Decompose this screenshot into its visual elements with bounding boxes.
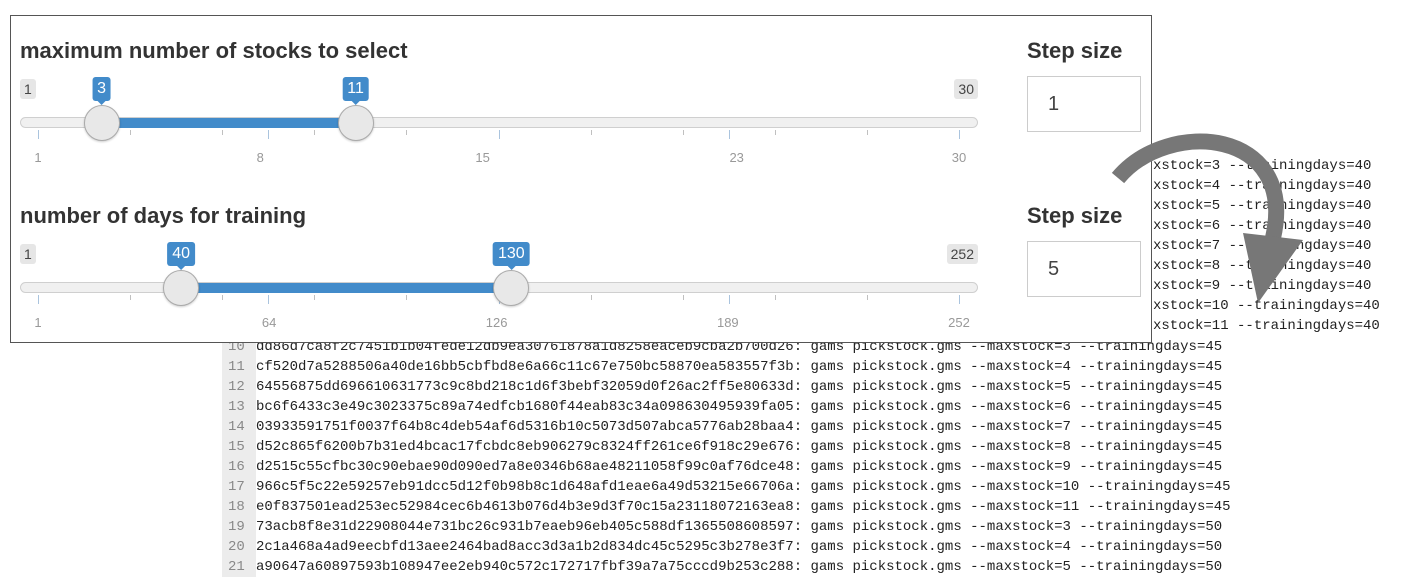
slider-tick xyxy=(130,130,132,135)
slider-tick xyxy=(866,130,868,135)
slider-to-value: 11 xyxy=(342,77,369,101)
slider-tick xyxy=(498,130,500,139)
code-text: a90647a60897593b108947ee2eb940c572c17271… xyxy=(256,559,1223,575)
slider-tick-label: 64 xyxy=(261,315,277,330)
slider-tick xyxy=(314,130,316,135)
code-text: cf520d7a5288506a40de16bb5cbfbd8e6a66c11c… xyxy=(256,359,1223,375)
slider-tick xyxy=(774,295,776,300)
slider-tick xyxy=(590,295,592,300)
code-line: 18 e0f837501ead253ec52984cec6b4613b076d4b… xyxy=(222,497,1231,517)
code-line: 13 bc6f6433c3e49c3023375c89a74edfcb1680f4… xyxy=(222,397,1231,417)
code-line: xstock=11 --trainingdays=40 xyxy=(1153,318,1380,334)
code-text: 03933591751f0037f64b8c4deb54af6d5316b10c… xyxy=(256,419,1223,435)
slider-max-label: 30 xyxy=(954,79,978,99)
code-line: 21 a90647a60897593b108947ee2eb940c572c172… xyxy=(222,557,1231,577)
slider-to-value: 130 xyxy=(492,242,530,266)
line-number: 19 xyxy=(222,517,256,537)
slider-selected-range xyxy=(101,118,356,128)
slider-handle-from[interactable] xyxy=(163,270,200,306)
code-line: 12 64556875dd696610631773c9c8bd218c1d6f3b… xyxy=(222,377,1231,397)
slider-tick xyxy=(222,130,224,135)
slider-title-maxstock: maximum number of stocks to select xyxy=(20,38,408,63)
code-line: 14 03933591751f0037f64b8c4deb54af6d5316b1… xyxy=(222,417,1231,437)
curved-arrow-icon xyxy=(1111,133,1303,303)
slider-tick-label: 1 xyxy=(34,150,42,165)
range-slider-maxstock[interactable]: 1 30 3 11 1 8 15 23 30 xyxy=(20,74,980,174)
slider-tick xyxy=(38,130,39,139)
code-text: 73acb8f8e31d22908044e731bc26c931b7eaeb96… xyxy=(256,519,1223,535)
slider-from-value: 40 xyxy=(167,242,195,266)
slider-tick xyxy=(268,295,270,304)
slider-tick xyxy=(38,295,39,304)
code-line: 11 cf520d7a5288506a40de16bb5cbfbd8e6a66c1… xyxy=(222,357,1231,377)
line-number: 20 xyxy=(222,537,256,557)
slider-tick xyxy=(774,130,776,135)
line-number: 11 xyxy=(222,357,256,377)
slider-tick xyxy=(590,130,592,135)
slider-tick-label: 8 xyxy=(256,150,264,165)
slider-ticks xyxy=(20,130,980,144)
slider-min-label: 1 xyxy=(20,79,36,99)
slider-tick-label: 30 xyxy=(951,150,967,165)
slider-tick-label: 15 xyxy=(475,150,490,165)
slider-tick xyxy=(728,295,730,304)
slider-tick-label: 1 xyxy=(34,315,42,330)
line-number: 12 xyxy=(222,377,256,397)
code-line: 16 d2515c55cfbc30c90ebae90d090ed7a8e0346b… xyxy=(222,457,1231,477)
code-line: 19 73acb8f8e31d22908044e731bc26c931b7eaeb… xyxy=(222,517,1231,537)
slider-tick-label: 126 xyxy=(485,315,508,330)
code-text: 2c1a468a4ad9eecbfd13aee2464bad8acc3d3a1b… xyxy=(256,539,1223,555)
slider-tick xyxy=(222,295,224,300)
code-text: e0f837501ead253ec52984cec6b4613b076d4b3e… xyxy=(256,499,1231,515)
slider-handle-from[interactable] xyxy=(83,105,120,141)
slider-tick-label: 189 xyxy=(716,315,739,330)
step-size-label-maxstock: Step size xyxy=(1027,38,1123,63)
slider-title-trainingdays: number of days for training xyxy=(20,203,307,228)
step-size-input-maxstock[interactable]: 1 xyxy=(1027,76,1141,132)
slider-tick xyxy=(959,130,960,139)
code-text: 966c5f5c22e59257eb91dcc5d12f0b98b8c1d648… xyxy=(256,479,1231,495)
slider-tick-label: 252 xyxy=(948,315,970,330)
slider-tick xyxy=(314,295,316,300)
line-number: 16 xyxy=(222,457,256,477)
code-text: d2515c55cfbc30c90ebae90d090ed7a8e0346b68… xyxy=(256,459,1223,475)
slider-from-value: 3 xyxy=(92,77,111,101)
code-text: d52c865f6200b7b31ed4bcac17fcbdc8eb906279… xyxy=(256,439,1223,455)
line-number: 14 xyxy=(222,417,256,437)
code-text: bc6f6433c3e49c3023375c89a74edfcb1680f44e… xyxy=(256,399,1223,415)
code-line: 17 966c5f5c22e59257eb91dcc5d12f0b98b8c1d6… xyxy=(222,477,1231,497)
line-number: 15 xyxy=(222,437,256,457)
slider-tick xyxy=(406,130,408,135)
slider-selected-range xyxy=(181,283,512,293)
range-slider-trainingdays[interactable]: 1 252 40 130 1 64 126 189 252 xyxy=(20,239,980,339)
slider-tick xyxy=(866,295,868,300)
line-number: 21 xyxy=(222,557,256,577)
code-listing: 10 dd86d7ca8f2c7451b1b04fede12db9ea307618… xyxy=(222,337,1231,577)
code-line: 20 2c1a468a4ad9eecbfd13aee2464bad8acc3d3a… xyxy=(222,537,1231,557)
slider-tick xyxy=(728,130,730,139)
slider-handle-to[interactable] xyxy=(337,105,374,141)
slider-tick xyxy=(130,295,132,300)
parameter-panel: maximum number of stocks to select Step … xyxy=(10,15,1152,343)
slider-min-label: 1 xyxy=(20,244,36,264)
slider-tick xyxy=(406,295,408,300)
slider-tick xyxy=(959,295,960,304)
code-line: 15 d52c865f6200b7b31ed4bcac17fcbdc8eb9062… xyxy=(222,437,1231,457)
slider-max-label: 252 xyxy=(946,244,978,264)
line-number: 13 xyxy=(222,397,256,417)
slider-tick xyxy=(682,130,684,135)
slider-tick-label: 23 xyxy=(729,150,744,165)
line-number: 17 xyxy=(222,477,256,497)
slider-tick xyxy=(682,295,684,300)
slider-tick xyxy=(268,130,270,139)
slider-handle-to[interactable] xyxy=(493,270,530,306)
code-text: 64556875dd696610631773c9c8bd218c1d6f3beb… xyxy=(256,379,1223,395)
line-number: 18 xyxy=(222,497,256,517)
